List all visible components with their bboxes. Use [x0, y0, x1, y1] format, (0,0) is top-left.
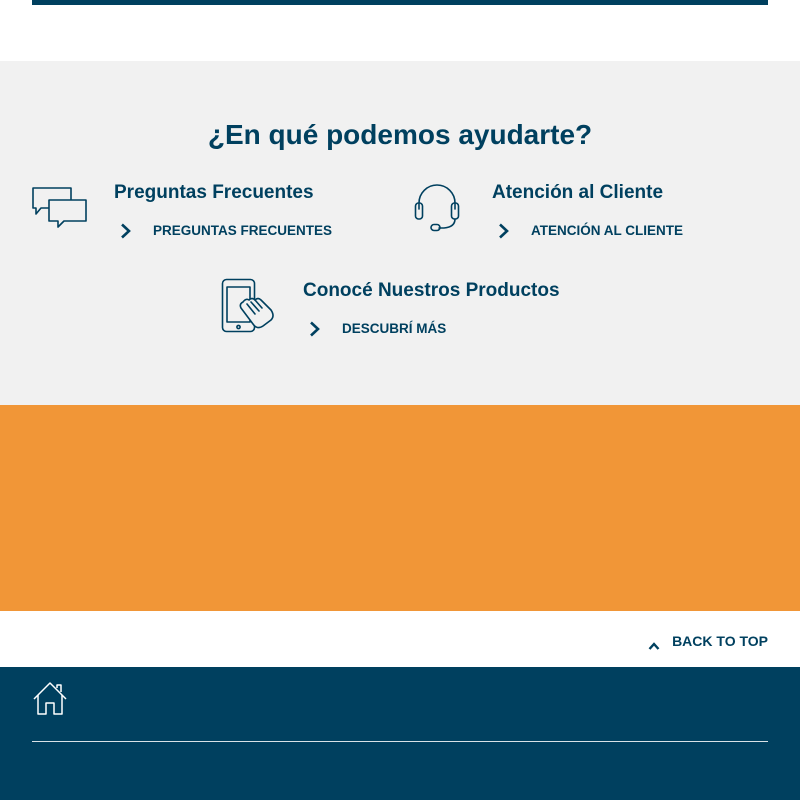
products-title: Conocé Nuestros Productos	[303, 280, 560, 301]
customer-service-link-label: ATENCIÓN AL CLIENTE	[531, 223, 684, 238]
faq-title: Preguntas Frecuentes	[114, 182, 314, 203]
products-link[interactable]: DESCUBRÍ MÁS	[308, 319, 446, 339]
top-accent-bar	[32, 0, 768, 5]
customer-service-title: Atención al Cliente	[492, 182, 664, 203]
chevron-right-icon	[308, 321, 322, 337]
chevron-up-icon	[648, 636, 660, 650]
back-to-top-label: BACK TO TOP	[672, 633, 768, 649]
faq-link-label: PREGUNTAS FRECUENTES	[153, 223, 333, 238]
help-section: ¿En qué podemos ayudarte? Preguntas Frec…	[0, 61, 800, 405]
chevron-right-icon	[119, 223, 133, 239]
chevron-right-icon	[497, 223, 511, 239]
home-icon[interactable]	[32, 681, 68, 717]
back-to-top-link[interactable]: BACK TO TOP	[648, 631, 768, 651]
chat-bubbles-icon	[32, 187, 88, 234]
footer-divider	[32, 741, 768, 742]
tablet-touch-icon	[221, 278, 275, 339]
orange-banner	[0, 405, 800, 611]
products-link-label: DESCUBRÍ MÁS	[342, 321, 447, 336]
footer	[0, 667, 800, 800]
help-title: ¿En qué podemos ayudarte?	[207, 119, 593, 150]
faq-link[interactable]: PREGUNTAS FRECUENTES	[119, 221, 332, 241]
customer-service-link[interactable]: ATENCIÓN AL CLIENTE	[497, 221, 683, 241]
headset-icon	[414, 183, 460, 238]
